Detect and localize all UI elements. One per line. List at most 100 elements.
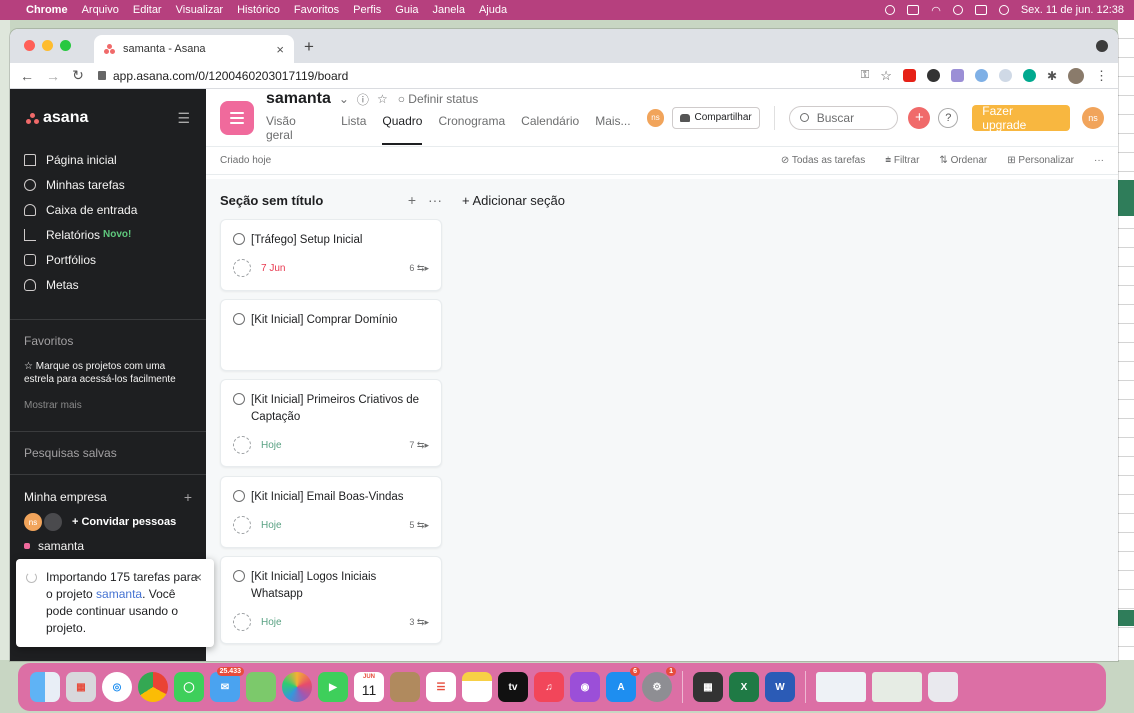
chrome-icon[interactable] — [138, 672, 168, 702]
more-options-button[interactable]: ··· — [1094, 155, 1104, 166]
saved-searches-heading[interactable]: Pesquisas salvas — [10, 446, 206, 460]
customize-button[interactable]: ⊞ Personalizar — [1007, 155, 1074, 166]
minimize-window-button[interactable] — [42, 40, 53, 51]
finder-icon[interactable] — [30, 672, 60, 702]
menu-guia[interactable]: Guia — [395, 4, 418, 16]
due-date[interactable]: Hoje — [261, 617, 282, 628]
app-store-icon[interactable]: A6 — [606, 667, 640, 702]
complete-check-icon[interactable] — [233, 233, 245, 245]
tab-close-icon[interactable]: × — [276, 42, 284, 57]
help-button[interactable]: ? — [938, 107, 959, 128]
menu-visualizar[interactable]: Visualizar — [176, 4, 224, 16]
search-extension-icon[interactable] — [998, 69, 1012, 82]
tab-calendar[interactable]: Calendário — [521, 114, 579, 145]
add-task-icon[interactable]: + — [408, 192, 416, 208]
user-avatar[interactable]: ns — [1082, 106, 1104, 129]
minimized-window-icon[interactable] — [872, 672, 922, 702]
add-section-button[interactable]: + Adicionar seção — [462, 189, 565, 211]
system-preferences-icon[interactable]: ⚙ 1 — [642, 667, 676, 702]
key-icon[interactable]: ⚿ — [861, 69, 869, 82]
podcasts-icon[interactable]: ◉ — [570, 672, 600, 702]
trash-icon[interactable] — [928, 672, 958, 702]
zoom-window-button[interactable] — [60, 40, 71, 51]
section-more-icon[interactable]: ··· — [428, 192, 442, 208]
sidebar-item-my-tasks[interactable]: Minhas tarefas — [10, 172, 206, 197]
mail-icon[interactable]: ✉ 25.433 — [210, 667, 244, 702]
apple-tv-icon[interactable]: tv — [498, 672, 528, 702]
assignee-placeholder-icon[interactable] — [233, 259, 251, 277]
music-icon[interactable]: ♫ — [534, 672, 564, 702]
menu-perfis[interactable]: Perfis — [353, 4, 381, 16]
sidebar-item-goals[interactable]: Metas — [10, 272, 206, 297]
subtask-count[interactable]: 3 ⇆▸ — [409, 617, 429, 628]
menu-historico[interactable]: Histórico — [237, 4, 280, 16]
wifi-icon[interactable]: ◠ — [931, 4, 941, 17]
asana-logo[interactable]: asana — [26, 109, 88, 127]
share-button[interactable]: Compartilhar — [672, 106, 760, 129]
assignee-placeholder-icon[interactable] — [233, 613, 251, 631]
puzzle-icon[interactable]: ✱ — [1047, 69, 1057, 83]
spotlight-icon[interactable] — [952, 5, 963, 15]
sidebar-item-portfolios[interactable]: Portfólios — [10, 247, 206, 272]
chevron-down-icon[interactable]: ⌄ — [339, 92, 349, 106]
sidebar-project-samanta[interactable]: samanta — [10, 539, 206, 553]
menu-editar[interactable]: Editar — [133, 4, 162, 16]
add-team-icon[interactable]: + — [184, 489, 192, 505]
maps-icon[interactable] — [246, 672, 276, 702]
photos-icon[interactable] — [282, 672, 312, 702]
sidebar-item-home[interactable]: Página inicial — [10, 147, 206, 172]
extension-icon[interactable] — [926, 69, 940, 82]
search-input[interactable]: Buscar — [788, 105, 899, 130]
invite-people-button[interactable]: + Convidar pessoas — [72, 516, 176, 528]
url-field[interactable]: app.asana.com/0/1200460203017119/board — [98, 69, 861, 83]
zoom-extension-icon[interactable] — [974, 69, 988, 82]
subtask-count[interactable]: 5 ⇆▸ — [409, 520, 429, 531]
profile-avatar[interactable] — [1068, 67, 1084, 84]
siri-icon[interactable] — [998, 5, 1009, 15]
task-card[interactable]: [Kit Inicial] Logos Iniciais Whatsapp Ho… — [220, 556, 442, 644]
launchpad-icon[interactable]: ▦ — [66, 672, 96, 702]
subtask-count[interactable]: 6 ⇆▸ — [409, 263, 429, 274]
contacts-icon[interactable] — [390, 672, 420, 702]
complete-check-icon[interactable] — [233, 393, 245, 405]
tab-more[interactable]: Mais... — [595, 114, 630, 145]
word-icon[interactable]: W — [765, 672, 795, 702]
battery-icon[interactable] — [907, 5, 920, 15]
menu-kebab-icon[interactable]: ⋮ — [1095, 68, 1108, 84]
task-card[interactable]: [Kit Inicial] Comprar Domínio — [220, 299, 442, 371]
complete-check-icon[interactable] — [233, 570, 245, 582]
menu-app-chrome[interactable]: Chrome — [26, 4, 68, 16]
all-tasks-button[interactable]: ⊘ Todas as tarefas — [781, 155, 865, 166]
favorites-heading[interactable]: Favoritos — [10, 334, 206, 348]
upgrade-button[interactable]: Fazer upgrade — [972, 104, 1071, 132]
menu-janela[interactable]: Janela — [433, 4, 465, 16]
forward-arrow-icon[interactable]: → — [46, 68, 60, 84]
avatar[interactable]: ns — [646, 108, 665, 127]
quick-add-button[interactable]: + — [908, 106, 931, 129]
show-more-link[interactable]: Mostrar mais — [10, 400, 206, 411]
tab-overview[interactable]: Visão geral — [266, 114, 325, 145]
assignee-placeholder-icon[interactable] — [233, 436, 251, 454]
collapse-sidebar-icon[interactable]: ☰ — [177, 110, 190, 127]
assignee-placeholder-icon[interactable] — [233, 516, 251, 534]
reload-icon[interactable]: ↻ — [72, 67, 84, 84]
youtube-extension-icon[interactable] — [902, 69, 916, 82]
project-list-icon[interactable] — [220, 100, 254, 135]
section-title[interactable]: Seção sem título — [220, 193, 323, 208]
reminders-icon[interactable]: ☰ — [426, 672, 456, 702]
task-card[interactable]: [Kit Inicial] Primeiros Criativos de Cap… — [220, 379, 442, 467]
star-bookmark-icon[interactable]: ☆ — [880, 68, 892, 84]
menu-arquivo[interactable]: Arquivo — [82, 4, 119, 16]
avatar[interactable]: ns — [24, 513, 42, 531]
toast-project-link[interactable]: samanta — [96, 587, 142, 601]
complete-check-icon[interactable] — [233, 313, 245, 325]
filter-button[interactable]: ⩧ Filtrar — [885, 155, 919, 166]
calendar-icon[interactable]: JUN 11 — [354, 672, 384, 702]
star-icon[interactable]: ☆ — [377, 92, 388, 106]
notes-icon[interactable] — [462, 672, 492, 702]
due-date[interactable]: 7 Jun — [261, 263, 285, 274]
excel-icon[interactable]: X — [729, 672, 759, 702]
menu-ajuda[interactable]: Ajuda — [479, 4, 507, 16]
extension-icon[interactable] — [1022, 69, 1036, 82]
task-card[interactable]: [Kit Inicial] Email Boas-Vindas Hoje 5 ⇆… — [220, 476, 442, 548]
